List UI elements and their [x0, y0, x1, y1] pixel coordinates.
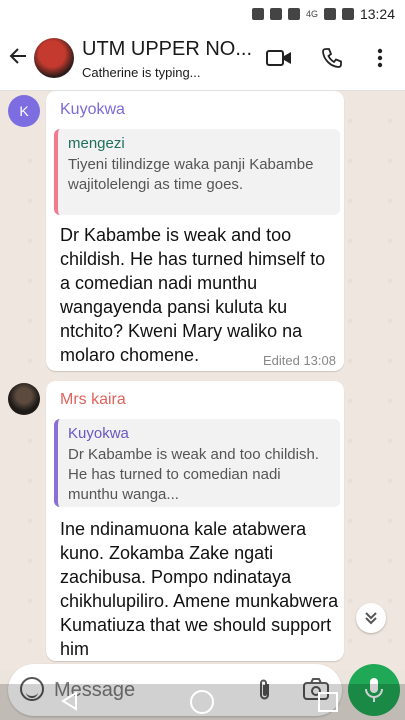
more-options-icon[interactable]	[368, 46, 392, 70]
sender-name: Mrs kaira	[60, 391, 126, 408]
system-nav-bar	[0, 684, 405, 720]
message-list[interactable]: K Kuyokwa mengezi Tiyeni tilindizge waka…	[0, 91, 405, 671]
network-type: 4G	[305, 9, 318, 19]
battery-icon	[341, 8, 354, 20]
voice-call-icon[interactable]	[320, 46, 344, 70]
chat-header: UTM UPPER NO... Catherine is typing...	[0, 28, 405, 91]
message-text: Ine ndinamuona kale atabwera kuno. Zokam…	[60, 519, 339, 659]
quoted-reply[interactable]: mengezi Tiyeni tilindizge waka panji Kab…	[54, 129, 340, 215]
nav-recents-icon[interactable]	[318, 692, 338, 712]
quoted-reply[interactable]: Kuyokwa Dr Kabambe is weak and too child…	[54, 419, 340, 507]
scroll-down-button[interactable]	[356, 603, 386, 633]
quoted-author: mengezi	[68, 135, 125, 152]
status-bar: 4G 13:24	[0, 0, 405, 28]
typing-indicator: Catherine is typing...	[82, 65, 201, 80]
message-bubble[interactable]: Mrs kaira Kuyokwa Dr Kabambe is weak and…	[46, 381, 344, 661]
nav-home-icon[interactable]	[190, 690, 214, 714]
group-avatar[interactable]	[34, 38, 74, 78]
message-text: Dr Kabambe is weak and too childish. He …	[60, 225, 326, 365]
nav-back-icon[interactable]	[60, 691, 78, 716]
status-icons: 4G 13:24	[251, 6, 395, 22]
quoted-text: Tiyeni tilindizge waka panji Kabambe waj…	[68, 156, 314, 193]
sender-name: Kuyokwa	[60, 101, 125, 118]
quoted-author: Kuyokwa	[68, 425, 129, 442]
status-time: 13:24	[359, 6, 395, 22]
mute-icon	[287, 8, 300, 20]
chat-title[interactable]: UTM UPPER NO...	[82, 38, 252, 61]
signal-icon	[323, 8, 336, 20]
sender-avatar[interactable]	[8, 383, 40, 415]
video-call-icon[interactable]	[266, 46, 292, 70]
quoted-text: Dr Kabambe is weak and too childish. He …	[68, 446, 319, 503]
battery-saver-icon	[269, 8, 282, 20]
back-arrow-icon[interactable]	[8, 46, 28, 70]
sender-avatar[interactable]: K	[8, 95, 40, 127]
message-bubble[interactable]: Kuyokwa mengezi Tiyeni tilindizge waka p…	[46, 91, 344, 371]
alarm-icon	[251, 8, 264, 20]
message-meta: Edited 13:08	[262, 353, 336, 368]
double-chevron-down-icon	[365, 612, 377, 625]
